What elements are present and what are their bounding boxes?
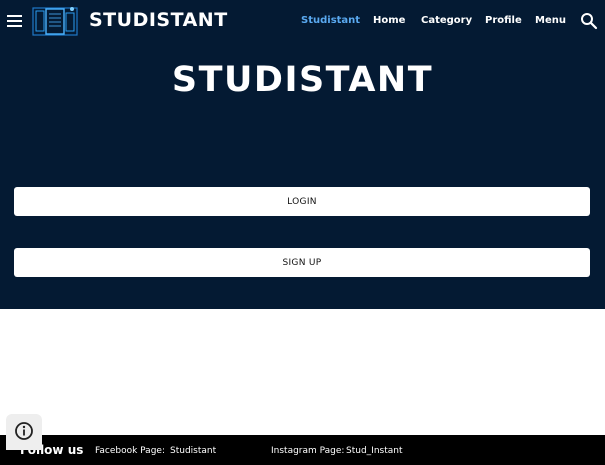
hero-section: STUDISTANT Studistant Home Category Prof…	[0, 0, 605, 309]
nav-item-studistant[interactable]: Studistant	[301, 15, 360, 29]
page: STUDISTANT Studistant Home Category Prof…	[0, 0, 605, 465]
instagram-page-link[interactable]: Stud_Instant	[346, 446, 402, 456]
facebook-page-label: Facebook Page:	[95, 446, 165, 456]
site-name[interactable]: STUDISTANT	[89, 9, 228, 31]
info-icon	[15, 422, 33, 440]
logo-icon[interactable]	[32, 5, 78, 37]
instagram-page-label: Instagram Page:	[271, 446, 345, 456]
search-icon[interactable]	[580, 12, 598, 30]
facebook-page-link[interactable]: Studistant	[170, 446, 216, 456]
login-button-label: LOGIN	[287, 196, 317, 207]
info-button[interactable]	[6, 414, 42, 450]
login-button[interactable]: LOGIN	[14, 187, 590, 216]
nav-item-profile[interactable]: Profile	[485, 15, 522, 29]
signup-button[interactable]: SIGN UP	[14, 248, 590, 277]
hamburger-icon[interactable]	[7, 15, 22, 27]
nav-item-menu[interactable]: Menu	[535, 15, 566, 29]
top-navigation-bar: STUDISTANT Studistant Home Category Prof…	[0, 0, 605, 42]
hero-title: STUDISTANT	[171, 60, 434, 100]
footer: Follow us Facebook Page: Studistant Inst…	[0, 435, 605, 465]
signup-button-label: SIGN UP	[282, 257, 322, 268]
nav-item-home[interactable]: Home	[373, 15, 405, 29]
nav-item-category[interactable]: Category	[421, 15, 472, 29]
